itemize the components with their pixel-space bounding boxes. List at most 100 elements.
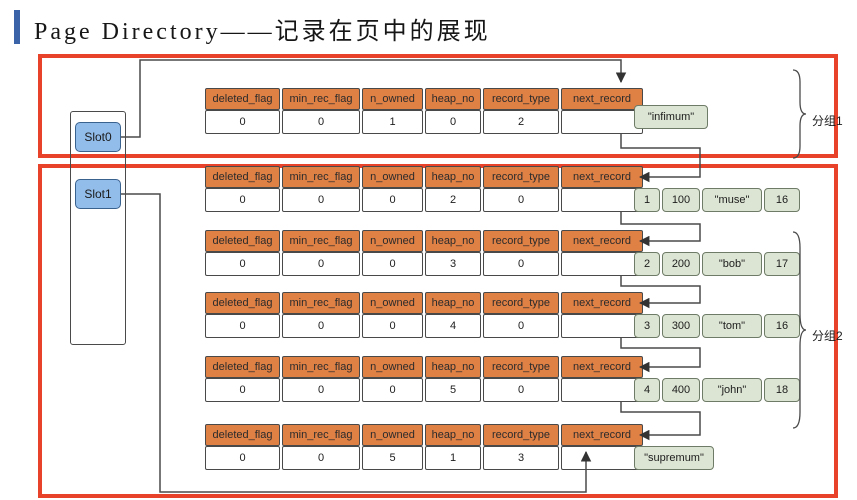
record-4-id: 4 (634, 378, 660, 402)
slot-1[interactable]: Slot1 (75, 179, 121, 209)
record-3-min-rec-flag: 0 (282, 314, 360, 338)
record-2-payload: 2 200 "bob" 17 (634, 252, 800, 276)
record-0-min-rec-flag: 0 (282, 110, 360, 134)
record-0-header: deleted_flag min_rec_flag n_owned heap_n… (205, 88, 643, 110)
slot-1-label: Slot1 (84, 187, 112, 201)
col-header-n-owned: n_owned (362, 230, 423, 252)
record-2-heap-no: 3 (425, 252, 481, 276)
record-5: deleted_flag min_rec_flag n_owned heap_n… (205, 424, 643, 470)
col-header-min-rec-flag: min_rec_flag (282, 356, 360, 378)
record-4-num: 400 (662, 378, 700, 402)
record-1-heap-no: 2 (425, 188, 481, 212)
col-header-next-record: next_record (561, 166, 643, 188)
col-header-n-owned: n_owned (362, 424, 423, 446)
slot-0[interactable]: Slot0 (75, 122, 121, 152)
group-1-label: 分组1 (812, 114, 843, 128)
col-header-n-owned: n_owned (362, 166, 423, 188)
col-header-deleted-flag: deleted_flag (205, 356, 280, 378)
record-1-next-record (561, 188, 643, 212)
record-3-deleted-flag: 0 (205, 314, 280, 338)
record-4-name: "john" (702, 378, 762, 402)
record-3-next-record (561, 314, 643, 338)
record-2-min-rec-flag: 0 (282, 252, 360, 276)
record-5-heap-no: 1 (425, 446, 481, 470)
record-0-n-owned: 1 (362, 110, 423, 134)
record-1-record-type: 0 (483, 188, 559, 212)
record-4-record-type: 0 (483, 378, 559, 402)
record-4-min-rec-flag: 0 (282, 378, 360, 402)
col-header-next-record: next_record (561, 424, 643, 446)
record-1-min-rec-flag: 0 (282, 188, 360, 212)
col-header-heap-no: heap_no (425, 88, 481, 110)
record-2-header: deleted_flag min_rec_flag n_owned heap_n… (205, 230, 643, 252)
col-header-record-type: record_type (483, 292, 559, 314)
record-0-record-type: 2 (483, 110, 559, 134)
record-3-heap-no: 4 (425, 314, 481, 338)
record-5-payload-supremum: "supremum" (634, 446, 714, 470)
record-2-n-owned: 0 (362, 252, 423, 276)
col-header-deleted-flag: deleted_flag (205, 88, 280, 110)
record-3-num: 300 (662, 314, 700, 338)
col-header-min-rec-flag: min_rec_flag (282, 88, 360, 110)
record-3-extra: 16 (764, 314, 800, 338)
record-3-name: "tom" (702, 314, 762, 338)
col-header-n-owned: n_owned (362, 88, 423, 110)
record-5-n-owned: 5 (362, 446, 423, 470)
record-1-header: deleted_flag min_rec_flag n_owned heap_n… (205, 166, 643, 188)
record-5-next-record (561, 446, 643, 470)
record-1-num: 100 (662, 188, 700, 212)
col-header-heap-no: heap_no (425, 230, 481, 252)
record-1-extra: 16 (764, 188, 800, 212)
record-0-deleted-flag: 0 (205, 110, 280, 134)
title-accent-bar (14, 10, 20, 44)
col-header-record-type: record_type (483, 424, 559, 446)
record-5-values: 0 0 5 1 3 (205, 446, 643, 470)
page-title: Page Directory——记录在页中的展现 (34, 19, 491, 45)
record-5-record-type: 3 (483, 446, 559, 470)
record-2-values: 0 0 0 3 0 (205, 252, 643, 276)
record-2-name: "bob" (702, 252, 762, 276)
record-0-values: 0 0 1 0 2 (205, 110, 643, 134)
record-4-n-owned: 0 (362, 378, 423, 402)
record-3-payload: 3 300 "tom" 16 (634, 314, 800, 338)
record-4: deleted_flag min_rec_flag n_owned heap_n… (205, 356, 643, 402)
record-2-deleted-flag: 0 (205, 252, 280, 276)
record-3-record-type: 0 (483, 314, 559, 338)
record-4-values: 0 0 0 5 0 (205, 378, 643, 402)
col-header-heap-no: heap_no (425, 356, 481, 378)
col-header-next-record: next_record (561, 88, 643, 110)
record-0: deleted_flag min_rec_flag n_owned heap_n… (205, 88, 643, 134)
record-1-n-owned: 0 (362, 188, 423, 212)
record-5-min-rec-flag: 0 (282, 446, 360, 470)
record-2: deleted_flag min_rec_flag n_owned heap_n… (205, 230, 643, 276)
col-header-next-record: next_record (561, 230, 643, 252)
record-2-extra: 17 (764, 252, 800, 276)
col-header-deleted-flag: deleted_flag (205, 166, 280, 188)
record-1-values: 0 0 0 2 0 (205, 188, 643, 212)
col-header-next-record: next_record (561, 292, 643, 314)
record-1-id: 1 (634, 188, 660, 212)
col-header-record-type: record_type (483, 356, 559, 378)
record-0-payload-infimum: "infimum" (634, 105, 708, 129)
record-4-next-record (561, 378, 643, 402)
col-header-record-type: record_type (483, 166, 559, 188)
col-header-min-rec-flag: min_rec_flag (282, 292, 360, 314)
record-5-header: deleted_flag min_rec_flag n_owned heap_n… (205, 424, 643, 446)
record-0-heap-no: 0 (425, 110, 481, 134)
record-1-name: "muse" (702, 188, 762, 212)
col-header-record-type: record_type (483, 88, 559, 110)
record-2-next-record (561, 252, 643, 276)
col-header-record-type: record_type (483, 230, 559, 252)
col-header-deleted-flag: deleted_flag (205, 292, 280, 314)
record-4-heap-no: 5 (425, 378, 481, 402)
diagram-canvas: Slot0 Slot1 deleted_flag min_rec_flag n_… (0, 52, 857, 500)
group-2-label: 分组2 (812, 329, 843, 343)
col-header-next-record: next_record (561, 356, 643, 378)
record-0-next-record (561, 110, 643, 134)
record-3: deleted_flag min_rec_flag n_owned heap_n… (205, 292, 643, 338)
record-2-record-type: 0 (483, 252, 559, 276)
record-5-deleted-flag: 0 (205, 446, 280, 470)
record-3-id: 3 (634, 314, 660, 338)
record-4-header: deleted_flag min_rec_flag n_owned heap_n… (205, 356, 643, 378)
record-4-payload: 4 400 "john" 18 (634, 378, 800, 402)
